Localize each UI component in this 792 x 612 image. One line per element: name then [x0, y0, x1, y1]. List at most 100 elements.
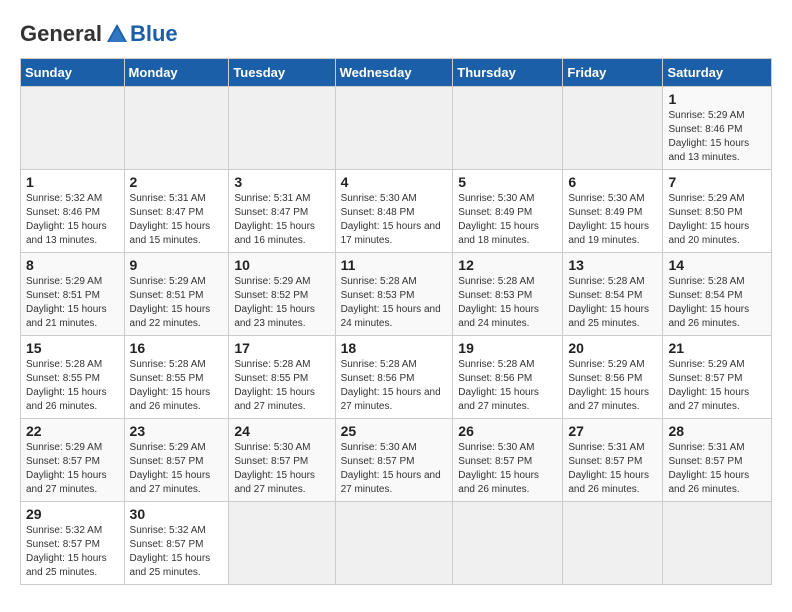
day-info: Sunrise: 5:31 AMSunset: 8:57 PMDaylight:…	[568, 441, 657, 497]
day-info: Sunrise: 5:29 AMSunset: 8:51 PMDaylight:…	[130, 275, 224, 331]
day-info: Sunrise: 5:31 AMSunset: 8:57 PMDaylight:…	[668, 441, 766, 497]
day-info: Sunrise: 5:30 AMSunset: 8:57 PMDaylight:…	[341, 441, 448, 497]
weekday-header-saturday: Saturday	[663, 59, 772, 87]
day-number: 1	[668, 91, 766, 107]
day-number: 4	[341, 174, 448, 190]
calendar-cell	[663, 502, 772, 585]
calendar-cell: 4 Sunrise: 5:30 AMSunset: 8:48 PMDaylight…	[335, 170, 453, 253]
calendar-cell: 1Sunrise: 5:29 AMSunset: 8:46 PMDaylight…	[663, 87, 772, 170]
day-number: 23	[130, 423, 224, 439]
calendar-header-row: SundayMondayTuesdayWednesdayThursdayFrid…	[21, 59, 772, 87]
calendar-cell	[563, 87, 663, 170]
day-info: Sunrise: 5:30 AMSunset: 8:57 PMDaylight:…	[234, 441, 329, 497]
calendar-cell: 23 Sunrise: 5:29 AMSunset: 8:57 PMDayligh…	[124, 419, 229, 502]
calendar-cell: 3 Sunrise: 5:31 AMSunset: 8:47 PMDaylight…	[229, 170, 335, 253]
calendar-cell: 6 Sunrise: 5:30 AMSunset: 8:49 PMDaylight…	[563, 170, 663, 253]
calendar-cell: 19 Sunrise: 5:28 AMSunset: 8:56 PMDayligh…	[453, 336, 563, 419]
day-info: Sunrise: 5:28 AMSunset: 8:56 PMDaylight:…	[458, 358, 557, 414]
day-number: 8	[26, 257, 119, 273]
day-info: Sunrise: 5:29 AMSunset: 8:57 PMDaylight:…	[130, 441, 224, 497]
day-info: Sunrise: 5:28 AMSunset: 8:54 PMDaylight:…	[668, 275, 766, 331]
calendar-cell	[229, 87, 335, 170]
day-number: 2	[130, 174, 224, 190]
calendar-cell: 24 Sunrise: 5:30 AMSunset: 8:57 PMDayligh…	[229, 419, 335, 502]
day-number: 1	[26, 174, 119, 190]
calendar-cell	[563, 502, 663, 585]
calendar-cell: 16Sunrise: 5:28 AMSunset: 8:55 PMDayligh…	[124, 336, 229, 419]
weekday-header-monday: Monday	[124, 59, 229, 87]
calendar-cell: 22 Sunrise: 5:29 AMSunset: 8:57 PMDayligh…	[21, 419, 125, 502]
day-number: 17	[234, 340, 329, 356]
weekday-header-thursday: Thursday	[453, 59, 563, 87]
calendar-table: SundayMondayTuesdayWednesdayThursdayFrid…	[20, 58, 772, 585]
calendar-cell: 12Sunrise: 5:28 AMSunset: 8:53 PMDayligh…	[453, 253, 563, 336]
weekday-header-tuesday: Tuesday	[229, 59, 335, 87]
day-info: Sunrise: 5:29 AMSunset: 8:52 PMDaylight:…	[234, 275, 329, 331]
day-info: Sunrise: 5:29 AMSunset: 8:56 PMDaylight:…	[568, 358, 657, 414]
day-info: Sunrise: 5:32 AMSunset: 8:46 PMDaylight:…	[26, 192, 119, 248]
day-info: Sunrise: 5:29 AMSunset: 8:57 PMDaylight:…	[668, 358, 766, 414]
logo-general: General	[20, 21, 102, 47]
day-info: Sunrise: 5:29 AMSunset: 8:51 PMDaylight:…	[26, 275, 119, 331]
day-number: 5	[458, 174, 557, 190]
calendar-cell: 27 Sunrise: 5:31 AMSunset: 8:57 PMDayligh…	[563, 419, 663, 502]
day-number: 24	[234, 423, 329, 439]
calendar-cell: 5 Sunrise: 5:30 AMSunset: 8:49 PMDaylight…	[453, 170, 563, 253]
day-number: 7	[668, 174, 766, 190]
day-info: Sunrise: 5:30 AMSunset: 8:57 PMDaylight:…	[458, 441, 557, 497]
page-header: General Blue	[20, 20, 772, 48]
day-info: Sunrise: 5:28 AMSunset: 8:54 PMDaylight:…	[568, 275, 657, 331]
logo: General Blue	[20, 20, 178, 48]
calendar-cell	[229, 502, 335, 585]
day-number: 10	[234, 257, 329, 273]
day-number: 9	[130, 257, 224, 273]
day-number: 11	[341, 257, 448, 273]
day-number: 13	[568, 257, 657, 273]
calendar-week-row: 1Sunrise: 5:29 AMSunset: 8:46 PMDaylight…	[21, 87, 772, 170]
day-info: Sunrise: 5:28 AMSunset: 8:56 PMDaylight:…	[341, 358, 448, 414]
day-number: 12	[458, 257, 557, 273]
calendar-cell: 1 Sunrise: 5:32 AMSunset: 8:46 PMDaylight…	[21, 170, 125, 253]
calendar-cell: 21Sunrise: 5:29 AMSunset: 8:57 PMDayligh…	[663, 336, 772, 419]
calendar-cell	[124, 87, 229, 170]
logo-icon	[103, 20, 131, 48]
calendar-cell: 30 Sunrise: 5:32 AMSunset: 8:57 PMDayligh…	[124, 502, 229, 585]
calendar-cell: 11Sunrise: 5:28 AMSunset: 8:53 PMDayligh…	[335, 253, 453, 336]
calendar-cell: 20 Sunrise: 5:29 AMSunset: 8:56 PMDayligh…	[563, 336, 663, 419]
day-info: Sunrise: 5:31 AMSunset: 8:47 PMDaylight:…	[234, 192, 329, 248]
day-number: 28	[668, 423, 766, 439]
day-number: 29	[26, 506, 119, 522]
day-number: 26	[458, 423, 557, 439]
calendar-cell	[453, 502, 563, 585]
day-number: 30	[130, 506, 224, 522]
day-number: 25	[341, 423, 448, 439]
calendar-week-row: 15 Sunrise: 5:28 AMSunset: 8:55 PMDayligh…	[21, 336, 772, 419]
calendar-cell: 25 Sunrise: 5:30 AMSunset: 8:57 PMDayligh…	[335, 419, 453, 502]
day-number: 19	[458, 340, 557, 356]
day-info: Sunrise: 5:28 AMSunset: 8:55 PMDaylight:…	[26, 358, 119, 414]
calendar-cell: 29Sunrise: 5:32 AMSunset: 8:57 PMDayligh…	[21, 502, 125, 585]
calendar-week-row: 1 Sunrise: 5:32 AMSunset: 8:46 PMDaylight…	[21, 170, 772, 253]
day-number: 16	[130, 340, 224, 356]
calendar-cell: 14Sunrise: 5:28 AMSunset: 8:54 PMDayligh…	[663, 253, 772, 336]
day-number: 27	[568, 423, 657, 439]
day-info: Sunrise: 5:29 AMSunset: 8:57 PMDaylight:…	[26, 441, 119, 497]
day-number: 20	[568, 340, 657, 356]
calendar-cell: 9 Sunrise: 5:29 AMSunset: 8:51 PMDaylight…	[124, 253, 229, 336]
day-number: 3	[234, 174, 329, 190]
day-number: 22	[26, 423, 119, 439]
day-number: 15	[26, 340, 119, 356]
weekday-header-sunday: Sunday	[21, 59, 125, 87]
day-number: 6	[568, 174, 657, 190]
day-info: Sunrise: 5:32 AMSunset: 8:57 PMDaylight:…	[130, 524, 224, 580]
calendar-cell: 18 Sunrise: 5:28 AMSunset: 8:56 PMDayligh…	[335, 336, 453, 419]
day-number: 18	[341, 340, 448, 356]
calendar-cell: 2Sunrise: 5:31 AMSunset: 8:47 PMDaylight…	[124, 170, 229, 253]
day-info: Sunrise: 5:29 AMSunset: 8:50 PMDaylight:…	[668, 192, 766, 248]
calendar-week-row: 8 Sunrise: 5:29 AMSunset: 8:51 PMDaylight…	[21, 253, 772, 336]
day-info: Sunrise: 5:30 AMSunset: 8:49 PMDaylight:…	[568, 192, 657, 248]
day-info: Sunrise: 5:30 AMSunset: 8:48 PMDaylight:…	[341, 192, 448, 248]
calendar-cell	[335, 502, 453, 585]
calendar-cell: 17Sunrise: 5:28 AMSunset: 8:55 PMDayligh…	[229, 336, 335, 419]
day-info: Sunrise: 5:30 AMSunset: 8:49 PMDaylight:…	[458, 192, 557, 248]
